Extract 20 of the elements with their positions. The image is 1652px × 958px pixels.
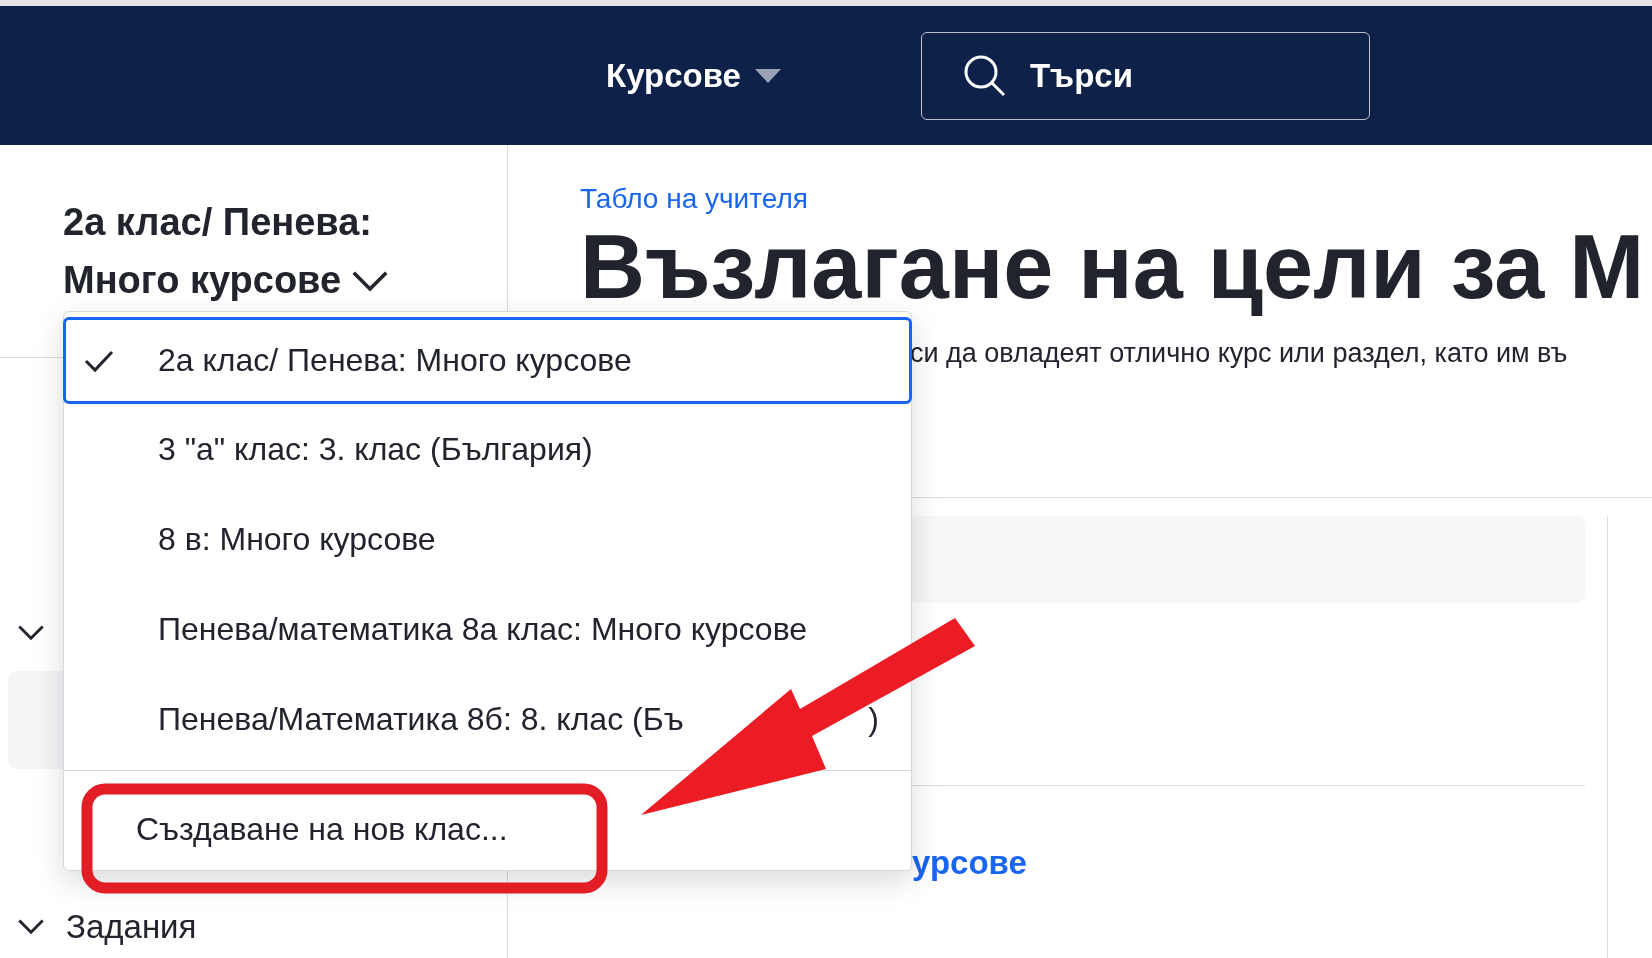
search-icon (962, 53, 1007, 98)
class-title[interactable]: 2а клас/ Пенева: Много курсове (63, 193, 403, 309)
courses-link[interactable]: урсове (912, 844, 1027, 883)
chevron-icon[interactable] (18, 625, 44, 641)
page-title: Възлагане на цели за М (580, 219, 1646, 317)
search-field[interactable]: Търси (920, 31, 1370, 120)
create-class-item[interactable]: Създаване на нов клас... (136, 801, 508, 858)
section-label[interactable]: Задания (66, 908, 197, 946)
checkmark-icon (84, 348, 114, 373)
menu-item[interactable]: 3 "а" клас: 3. клас (България) (63, 404, 912, 494)
menu-item[interactable]: Пенева/Математика 8б: 8. клас (Бъ ) (63, 674, 912, 764)
breadcrumb-link[interactable]: Табло на учителя (580, 183, 808, 215)
menu-item[interactable]: 8 в: Много курсове (63, 494, 912, 584)
courses-menu-button[interactable]: Курсове (606, 56, 781, 95)
menu-item[interactable]: Пенева/математика 8а клас: Много курсове (63, 584, 912, 674)
chevron-icon[interactable] (18, 919, 44, 935)
menu-item[interactable]: 2а клас/ Пенева: Много курсове (63, 317, 912, 404)
caret-icon (754, 68, 781, 83)
chevron-down-icon (351, 271, 388, 293)
description-text: си да овладеят отлично курс или раздел, като им въ (910, 338, 1568, 370)
